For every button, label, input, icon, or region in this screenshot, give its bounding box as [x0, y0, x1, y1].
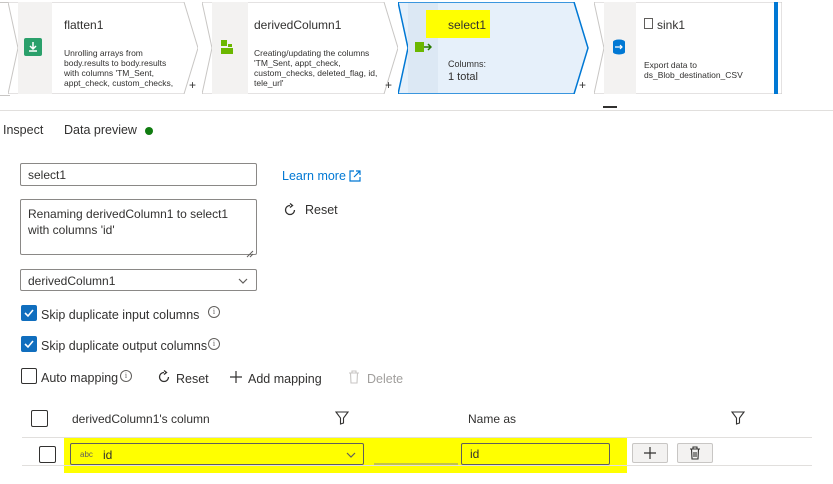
add-node-button[interactable]: + — [189, 78, 196, 92]
trash-icon — [690, 446, 700, 460]
node-description: Creating/updating the columns 'TM_Sent, … — [254, 48, 378, 88]
auto-mapping-checkbox[interactable] — [21, 368, 37, 384]
add-row-button[interactable] — [632, 443, 668, 463]
columns-label: Columns: — [448, 59, 487, 69]
name-as-input[interactable] — [461, 443, 610, 465]
reset-icon[interactable] — [157, 369, 171, 384]
table-row-divider — [22, 465, 812, 466]
filter-icon[interactable] — [730, 411, 746, 425]
skip-duplicate-output-label: Skip duplicate output columns — [41, 339, 208, 353]
sink-icon — [610, 38, 628, 56]
pipeline-canvas: flatten1 Unrolling arrays from body.resu… — [0, 0, 833, 108]
info-icon[interactable]: i — [208, 338, 220, 350]
delete-icon — [348, 370, 360, 384]
table-row: abc id — [0, 438, 833, 474]
filter-icon[interactable] — [334, 411, 350, 425]
tab-data-preview[interactable]: Data preview — [64, 123, 137, 137]
columns-value: 1 total — [448, 71, 478, 83]
reset-icon[interactable] — [283, 202, 297, 217]
delete-row-button[interactable] — [677, 443, 713, 463]
select-all-checkbox[interactable] — [31, 410, 48, 427]
header-source-column: derivedColumn1's column — [72, 412, 210, 426]
output-stream-name-input[interactable] — [20, 163, 257, 186]
node-flatten1[interactable]: flatten1 Unrolling arrays from body.resu… — [8, 2, 198, 94]
incoming-stream-select[interactable]: derivedColumn1 — [20, 269, 257, 291]
node-title: derivedColumn1 — [254, 18, 342, 32]
info-icon[interactable]: i — [208, 306, 220, 318]
node-description: Unrolling arrays from body.results to bo… — [64, 48, 174, 88]
source-column-value: id — [103, 448, 113, 462]
chevron-down-icon — [346, 449, 356, 463]
status-dot-icon — [145, 127, 153, 135]
node-derivedcolumn1[interactable]: derivedColumn1 Creating/updating the col… — [202, 2, 398, 94]
node-title: select1 — [448, 18, 487, 32]
panel-resize-handle[interactable] — [603, 106, 617, 108]
select-icon — [414, 40, 433, 54]
skip-duplicate-input-label: Skip duplicate input columns — [41, 308, 200, 322]
delete-button: Delete — [367, 372, 404, 386]
description-textarea[interactable]: Renaming derivedColumn1 to select1 with … — [20, 199, 257, 255]
node-select1[interactable]: select1 Columns: 1 total — [398, 2, 590, 94]
node-description: Export data to ds_Blob_destination_CSV — [644, 60, 743, 80]
flatten-icon — [24, 38, 42, 56]
auto-mapping-label: Auto mapping — [41, 371, 119, 385]
add-node-button[interactable]: + — [385, 78, 392, 92]
string-type-badge: abc — [80, 450, 93, 459]
node-title: flatten1 — [64, 18, 104, 32]
info-icon[interactable]: i — [120, 370, 132, 382]
incoming-stream-value: derivedColumn1 — [28, 274, 116, 288]
learn-more-link[interactable]: Learn more — [282, 169, 346, 183]
open-external-icon[interactable] — [349, 169, 361, 182]
dataset-icon — [644, 18, 653, 29]
header-name-as: Name as — [468, 412, 517, 426]
resize-grip-icon — [246, 245, 254, 258]
node-title: sink1 — [657, 18, 686, 32]
skip-duplicate-input-checkbox[interactable] — [21, 305, 37, 321]
source-column-select[interactable]: abc id — [70, 443, 364, 465]
plus-icon[interactable] — [229, 370, 243, 384]
derived-column-icon — [218, 38, 236, 56]
reset-button-top[interactable]: Reset — [305, 203, 338, 217]
plus-icon — [644, 447, 656, 459]
chevron-down-icon — [238, 275, 248, 289]
skip-duplicate-output-checkbox[interactable] — [21, 336, 37, 352]
add-mapping-button[interactable]: Add mapping — [248, 372, 322, 386]
mapping-arrow-icon — [374, 453, 458, 465]
row-checkbox[interactable] — [39, 446, 56, 463]
tab-inspect[interactable]: Inspect — [3, 123, 43, 137]
node-sink1[interactable]: sink1 Export data to ds_Blob_destination… — [594, 2, 782, 94]
add-node-button[interactable]: + — [579, 78, 586, 92]
reset-mapping-button[interactable]: Reset — [176, 372, 209, 386]
panel-divider — [0, 110, 833, 111]
